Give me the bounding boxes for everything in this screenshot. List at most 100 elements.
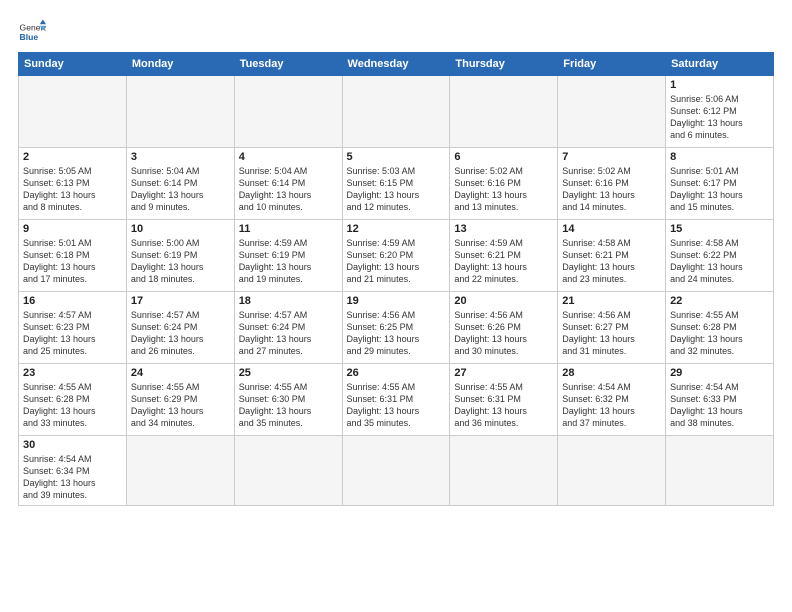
calendar-cell: 9 Sunrise: 5:01 AM Sunset: 6:18 PM Daylig… — [19, 220, 127, 292]
header: General Blue — [18, 18, 774, 46]
week-row-0: 1 Sunrise: 5:06 AM Sunset: 6:12 PM Daylig… — [19, 76, 774, 148]
day-info: Sunrise: 4:56 AM Sunset: 6:26 PM Dayligh… — [454, 309, 553, 358]
calendar-cell: 10 Sunrise: 5:00 AM Sunset: 6:19 PM Dayli… — [126, 220, 234, 292]
calendar-cell: 1 Sunrise: 5:06 AM Sunset: 6:12 PM Daylig… — [666, 76, 774, 148]
day-info: Sunrise: 4:58 AM Sunset: 6:21 PM Dayligh… — [562, 237, 661, 286]
day-info: Sunrise: 4:58 AM Sunset: 6:22 PM Dayligh… — [670, 237, 769, 286]
day-info: Sunrise: 4:55 AM Sunset: 6:29 PM Dayligh… — [131, 381, 230, 430]
day-info: Sunrise: 4:54 AM Sunset: 6:33 PM Dayligh… — [670, 381, 769, 430]
logo-icon: General Blue — [18, 18, 46, 46]
weekday-header-monday: Monday — [126, 53, 234, 76]
calendar-cell: 4Sunrise: 5:04 AM Sunset: 6:14 PM Daylig… — [234, 148, 342, 220]
calendar-cell: 20 Sunrise: 4:56 AM Sunset: 6:26 PM Dayli… — [450, 292, 558, 364]
day-number: 15 — [670, 223, 769, 235]
calendar-cell: 8Sunrise: 5:01 AM Sunset: 6:17 PM Daylig… — [666, 148, 774, 220]
day-info: Sunrise: 4:57 AM Sunset: 6:24 PM Dayligh… — [131, 309, 230, 358]
calendar-cell: 19Sunrise: 4:56 AM Sunset: 6:25 PM Dayli… — [342, 292, 450, 364]
week-row-3: 16Sunrise: 4:57 AM Sunset: 6:23 PM Dayli… — [19, 292, 774, 364]
weekday-header-tuesday: Tuesday — [234, 53, 342, 76]
calendar-cell — [234, 436, 342, 506]
day-number: 10 — [131, 223, 230, 235]
weekday-header-friday: Friday — [558, 53, 666, 76]
weekday-header-wednesday: Wednesday — [342, 53, 450, 76]
calendar-cell: 16Sunrise: 4:57 AM Sunset: 6:23 PM Dayli… — [19, 292, 127, 364]
day-number: 23 — [23, 367, 122, 379]
calendar-cell: 14 Sunrise: 4:58 AM Sunset: 6:21 PM Dayli… — [558, 220, 666, 292]
day-number: 9 — [23, 223, 122, 235]
weekday-header-saturday: Saturday — [666, 53, 774, 76]
day-number: 3 — [131, 151, 230, 163]
day-info: Sunrise: 4:54 AM Sunset: 6:32 PM Dayligh… — [562, 381, 661, 430]
day-info: Sunrise: 5:03 AM Sunset: 6:15 PM Dayligh… — [347, 165, 446, 214]
day-info: Sunrise: 4:59 AM Sunset: 6:19 PM Dayligh… — [239, 237, 338, 286]
calendar-cell — [666, 436, 774, 506]
day-number: 5 — [347, 151, 446, 163]
day-number: 2 — [23, 151, 122, 163]
day-number: 22 — [670, 295, 769, 307]
calendar-cell — [342, 436, 450, 506]
day-number: 18 — [239, 295, 338, 307]
day-info: Sunrise: 5:02 AM Sunset: 6:16 PM Dayligh… — [562, 165, 661, 214]
calendar-cell — [126, 76, 234, 148]
calendar-cell: 29 Sunrise: 4:54 AM Sunset: 6:33 PM Dayli… — [666, 364, 774, 436]
calendar-cell: 25 Sunrise: 4:55 AM Sunset: 6:30 PM Dayli… — [234, 364, 342, 436]
day-info: Sunrise: 5:00 AM Sunset: 6:19 PM Dayligh… — [131, 237, 230, 286]
calendar-cell: 15 Sunrise: 4:58 AM Sunset: 6:22 PM Dayli… — [666, 220, 774, 292]
day-number: 17 — [131, 295, 230, 307]
calendar-cell: 21 Sunrise: 4:56 AM Sunset: 6:27 PM Dayli… — [558, 292, 666, 364]
week-row-4: 23Sunrise: 4:55 AM Sunset: 6:28 PM Dayli… — [19, 364, 774, 436]
day-info: Sunrise: 5:06 AM Sunset: 6:12 PM Dayligh… — [670, 93, 769, 142]
day-number: 7 — [562, 151, 661, 163]
calendar-cell: 12 Sunrise: 4:59 AM Sunset: 6:20 PM Dayli… — [342, 220, 450, 292]
day-info: Sunrise: 4:59 AM Sunset: 6:21 PM Dayligh… — [454, 237, 553, 286]
day-number: 6 — [454, 151, 553, 163]
day-number: 25 — [239, 367, 338, 379]
day-info: Sunrise: 4:54 AM Sunset: 6:34 PM Dayligh… — [23, 453, 122, 502]
day-number: 29 — [670, 367, 769, 379]
day-info: Sunrise: 5:02 AM Sunset: 6:16 PM Dayligh… — [454, 165, 553, 214]
day-info: Sunrise: 4:55 AM Sunset: 6:30 PM Dayligh… — [239, 381, 338, 430]
calendar-cell: 6 Sunrise: 5:02 AM Sunset: 6:16 PM Daylig… — [450, 148, 558, 220]
calendar-cell: 2 Sunrise: 5:05 AM Sunset: 6:13 PM Daylig… — [19, 148, 127, 220]
calendar-cell: 7 Sunrise: 5:02 AM Sunset: 6:16 PM Daylig… — [558, 148, 666, 220]
day-info: Sunrise: 4:56 AM Sunset: 6:27 PM Dayligh… — [562, 309, 661, 358]
calendar-cell: 23Sunrise: 4:55 AM Sunset: 6:28 PM Dayli… — [19, 364, 127, 436]
calendar: SundayMondayTuesdayWednesdayThursdayFrid… — [18, 52, 774, 506]
day-info: Sunrise: 4:55 AM Sunset: 6:31 PM Dayligh… — [347, 381, 446, 430]
day-number: 27 — [454, 367, 553, 379]
day-info: Sunrise: 5:05 AM Sunset: 6:13 PM Dayligh… — [23, 165, 122, 214]
day-number: 20 — [454, 295, 553, 307]
calendar-cell: 30 Sunrise: 4:54 AM Sunset: 6:34 PM Dayli… — [19, 436, 127, 506]
day-number: 14 — [562, 223, 661, 235]
calendar-cell: 18 Sunrise: 4:57 AM Sunset: 6:24 PM Dayli… — [234, 292, 342, 364]
day-number: 12 — [347, 223, 446, 235]
day-info: Sunrise: 4:55 AM Sunset: 6:31 PM Dayligh… — [454, 381, 553, 430]
day-info: Sunrise: 4:55 AM Sunset: 6:28 PM Dayligh… — [670, 309, 769, 358]
day-info: Sunrise: 5:01 AM Sunset: 6:18 PM Dayligh… — [23, 237, 122, 286]
weekday-header-sunday: Sunday — [19, 53, 127, 76]
day-info: Sunrise: 4:56 AM Sunset: 6:25 PM Dayligh… — [347, 309, 446, 358]
day-number: 28 — [562, 367, 661, 379]
day-number: 30 — [23, 439, 122, 451]
day-number: 8 — [670, 151, 769, 163]
day-info: Sunrise: 5:04 AM Sunset: 6:14 PM Dayligh… — [131, 165, 230, 214]
day-info: Sunrise: 4:59 AM Sunset: 6:20 PM Dayligh… — [347, 237, 446, 286]
calendar-cell — [126, 436, 234, 506]
calendar-cell: 13Sunrise: 4:59 AM Sunset: 6:21 PM Dayli… — [450, 220, 558, 292]
day-number: 24 — [131, 367, 230, 379]
calendar-cell — [19, 76, 127, 148]
day-number: 1 — [670, 79, 769, 91]
week-row-1: 2 Sunrise: 5:05 AM Sunset: 6:13 PM Daylig… — [19, 148, 774, 220]
calendar-cell: 22 Sunrise: 4:55 AM Sunset: 6:28 PM Dayli… — [666, 292, 774, 364]
calendar-cell: 5 Sunrise: 5:03 AM Sunset: 6:15 PM Daylig… — [342, 148, 450, 220]
day-number: 16 — [23, 295, 122, 307]
day-number: 26 — [347, 367, 446, 379]
calendar-cell: 24 Sunrise: 4:55 AM Sunset: 6:29 PM Dayli… — [126, 364, 234, 436]
day-number: 4 — [239, 151, 338, 163]
day-number: 21 — [562, 295, 661, 307]
svg-text:Blue: Blue — [20, 32, 39, 42]
day-info: Sunrise: 4:57 AM Sunset: 6:24 PM Dayligh… — [239, 309, 338, 358]
calendar-cell: 3 Sunrise: 5:04 AM Sunset: 6:14 PM Daylig… — [126, 148, 234, 220]
logo: General Blue — [18, 18, 46, 46]
calendar-cell — [558, 76, 666, 148]
